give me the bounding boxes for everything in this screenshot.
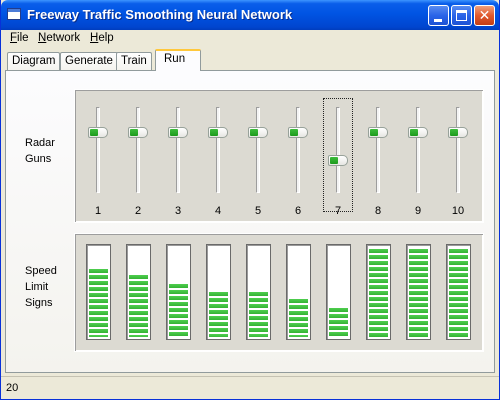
title-bar[interactable]: Freeway Traffic Smoothing Neural Network… — [1, 0, 499, 30]
speed-limit-meter-8 — [366, 244, 391, 340]
maximize-button[interactable] — [451, 5, 472, 26]
slider-track — [216, 107, 220, 193]
slider-track — [376, 107, 380, 193]
speed-limit-meter-1 — [86, 244, 111, 340]
slider-thumb[interactable] — [408, 126, 428, 138]
speed-limit-meter-4 — [206, 244, 231, 340]
slider-track — [256, 107, 260, 193]
speed-limit-meter-fill — [129, 275, 148, 337]
speed-limit-meter-fill — [289, 299, 308, 337]
speed-limit-meter-fill — [409, 249, 428, 337]
slider-track — [456, 107, 460, 193]
radar-gun-slider-4[interactable]: 4 — [204, 99, 232, 217]
menu-network[interactable]: Network — [38, 32, 80, 44]
speed-limit-signs-label: Speed Limit Signs — [25, 265, 57, 309]
status-text: 20 — [6, 382, 19, 394]
run-tab-panel: Radar Guns 1 2 3 4 5 6 7 8 9 10 Speed Limit Signs — [5, 70, 495, 373]
slider-thumb[interactable] — [128, 126, 148, 138]
menu-help[interactable]: Help — [90, 32, 114, 44]
speed-limit-meter-fill — [329, 308, 348, 337]
speed-limit-signs-group — [74, 233, 484, 352]
radar-guns-group: 1 2 3 4 5 6 7 8 9 10 — [74, 89, 484, 223]
radar-gun-number: 4 — [214, 205, 222, 217]
slider-track — [136, 107, 140, 193]
slider-thumb[interactable] — [448, 126, 468, 138]
radar-gun-slider-1[interactable]: 1 — [84, 99, 112, 217]
speed-limit-meter-fill — [169, 284, 188, 337]
speed-limit-meter-5 — [246, 244, 271, 340]
window-title: Freeway Traffic Smoothing Neural Network — [27, 7, 293, 22]
close-icon: ✕ — [478, 7, 491, 23]
slider-thumb[interactable] — [248, 126, 268, 138]
tab-generate[interactable]: Generate — [60, 52, 118, 71]
radar-gun-slider-7[interactable]: 7 — [323, 98, 353, 217]
menu-file-mnemonic: F — [10, 32, 18, 44]
radar-gun-number: 6 — [294, 205, 302, 217]
radar-guns-label: Radar Guns — [25, 137, 55, 165]
slider-track — [176, 107, 180, 193]
radar-gun-number: 5 — [254, 205, 262, 217]
radar-gun-slider-2[interactable]: 2 — [124, 99, 152, 217]
speed-limit-meter-6 — [286, 244, 311, 340]
tab-run[interactable]: Run — [155, 49, 201, 71]
radar-gun-slider-10[interactable]: 10 — [444, 99, 472, 217]
slider-thumb[interactable] — [328, 155, 348, 166]
window-app-icon[interactable] — [7, 8, 21, 20]
speed-limit-meter-7 — [326, 244, 351, 340]
speed-limit-meter-fill — [209, 292, 228, 337]
speed-limit-meter-fill — [249, 292, 268, 337]
speed-limit-meter-10 — [446, 244, 471, 340]
speed-limit-meter-2 — [126, 244, 151, 340]
menu-file[interactable]: File — [10, 32, 29, 44]
slider-thumb[interactable] — [288, 126, 308, 138]
tab-train[interactable]: Train — [116, 52, 152, 71]
radar-gun-number: 2 — [134, 205, 142, 217]
tab-strip: Diagram Generate Train Run — [5, 49, 495, 71]
slider-thumb[interactable] — [88, 126, 108, 138]
radar-gun-number: 7 — [334, 205, 342, 217]
radar-gun-number: 3 — [174, 205, 182, 217]
slider-thumb[interactable] — [208, 126, 228, 138]
radar-gun-number: 8 — [374, 205, 382, 217]
slider-track — [336, 107, 340, 193]
app-window: Freeway Traffic Smoothing Neural Network… — [0, 0, 500, 400]
minimize-button[interactable] — [428, 5, 449, 26]
tab-diagram[interactable]: Diagram — [7, 52, 61, 71]
radar-gun-number: 9 — [414, 205, 422, 217]
menu-file-label: ile — [17, 32, 29, 44]
speed-limit-meter-fill — [449, 249, 468, 337]
maximize-icon — [456, 10, 467, 21]
slider-track — [296, 107, 300, 193]
radar-gun-slider-3[interactable]: 3 — [164, 99, 192, 217]
menu-bar: File Network Help — [1, 30, 499, 48]
speed-limit-meter-9 — [406, 244, 431, 340]
slider-track — [416, 107, 420, 193]
speed-limit-meter-fill — [89, 269, 108, 337]
close-button[interactable]: ✕ — [474, 5, 495, 26]
menu-network-label: etwork — [46, 32, 81, 44]
slider-thumb[interactable] — [368, 126, 388, 138]
radar-gun-number: 10 — [451, 205, 465, 217]
radar-gun-number: 1 — [94, 205, 102, 217]
radar-gun-slider-6[interactable]: 6 — [284, 99, 312, 217]
radar-gun-slider-5[interactable]: 5 — [244, 99, 272, 217]
radar-gun-slider-8[interactable]: 8 — [364, 99, 392, 217]
speed-limit-meter-fill — [369, 249, 388, 337]
status-bar: 20 — [1, 376, 499, 399]
menu-help-label: elp — [98, 32, 114, 44]
slider-thumb[interactable] — [168, 126, 188, 138]
radar-gun-slider-9[interactable]: 9 — [404, 99, 432, 217]
speed-limit-meter-3 — [166, 244, 191, 340]
minimize-icon — [434, 19, 442, 22]
slider-track — [96, 107, 100, 193]
